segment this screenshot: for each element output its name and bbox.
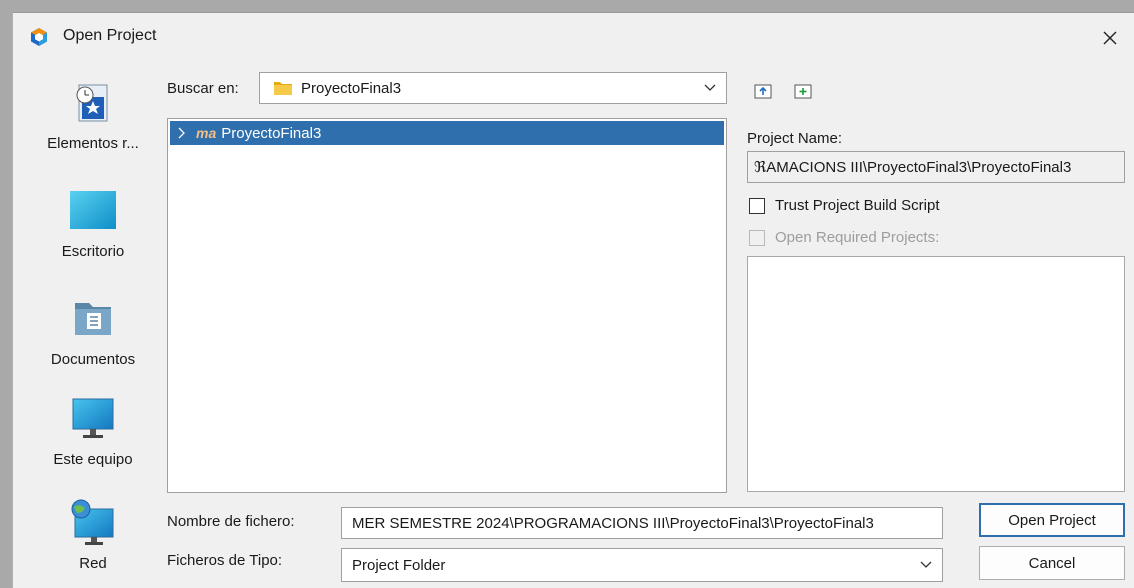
open-required-projects-checkbox: Open Required Projects:	[749, 229, 939, 246]
place-label: Red	[79, 555, 107, 572]
cancel-button[interactable]: Cancel	[979, 546, 1125, 580]
documents-folder-icon	[75, 303, 111, 335]
look-in-combobox[interactable]: ProyectoFinal3	[259, 72, 727, 104]
look-in-value: ProyectoFinal3	[301, 79, 402, 97]
folder-up-icon	[754, 84, 772, 99]
app-logo-icon	[31, 28, 47, 46]
window-title: Open Project	[63, 27, 157, 44]
network-icon	[71, 499, 114, 545]
close-icon	[1103, 31, 1117, 45]
new-folder-icon	[794, 84, 812, 99]
trust-build-script-checkbox[interactable]: Trust Project Build Script	[749, 197, 940, 214]
recent-items-icon	[76, 84, 108, 122]
place-documents[interactable]: Documentos	[33, 295, 153, 368]
place-label: Este equipo	[53, 451, 133, 468]
close-button[interactable]	[1093, 21, 1127, 55]
place-desktop[interactable]: Escritorio	[33, 187, 153, 260]
file-name-label: Nombre de fichero:	[167, 513, 295, 530]
project-name-label: Project Name:	[747, 130, 843, 147]
chevron-down-icon	[704, 73, 716, 103]
open-project-dialog: Open Project Elementos r... Escritorio D…	[12, 12, 1134, 588]
up-one-level-button[interactable]	[753, 81, 773, 101]
maven-project-icon: ma	[196, 125, 217, 141]
chevron-right-icon	[178, 127, 185, 139]
place-label: Escritorio	[61, 243, 125, 260]
file-tree[interactable]: ma ProyectoFinal3	[167, 118, 727, 493]
new-folder-button[interactable]	[793, 81, 813, 101]
computer-icon	[72, 398, 114, 438]
place-label: Elementos r...	[47, 135, 139, 152]
place-network[interactable]: Red	[33, 499, 153, 572]
file-name-input[interactable]: MER SEMESTRE 2024\PROGRAMACIONS III\Proy…	[341, 507, 943, 539]
chevron-down-icon	[920, 549, 932, 581]
tree-item-label: ProyectoFinal3	[221, 124, 322, 142]
file-name-value: MER SEMESTRE 2024\PROGRAMACIONS III\Proy…	[352, 514, 874, 532]
file-type-label: Ficheros de Tipo:	[167, 552, 283, 569]
required-projects-list[interactable]	[747, 256, 1125, 492]
trust-build-script-label: Trust Project Build Script	[775, 197, 940, 214]
file-type-combobox[interactable]: Project Folder	[341, 548, 943, 582]
open-project-button[interactable]: Open Project	[979, 503, 1125, 537]
project-name-field: ℜAMACIONS III\ProyectoFinal3\ProyectoFin…	[747, 151, 1125, 183]
tree-item[interactable]: ma ProyectoFinal3	[170, 121, 724, 145]
place-this-pc[interactable]: Este equipo	[33, 395, 153, 468]
look-in-label: Buscar en:	[167, 80, 239, 97]
checkbox-box[interactable]	[749, 197, 765, 214]
checkbox-box	[749, 229, 765, 246]
place-label: Documentos	[50, 351, 136, 368]
folder-icon	[274, 82, 292, 95]
place-recent-items[interactable]: Elementos r...	[33, 79, 153, 152]
file-type-value: Project Folder	[352, 556, 446, 574]
desktop-icon	[70, 191, 116, 229]
open-required-projects-label: Open Required Projects:	[775, 229, 940, 246]
project-name-value: ℜAMACIONS III\ProyectoFinal3\ProyectoFin…	[754, 159, 1072, 176]
